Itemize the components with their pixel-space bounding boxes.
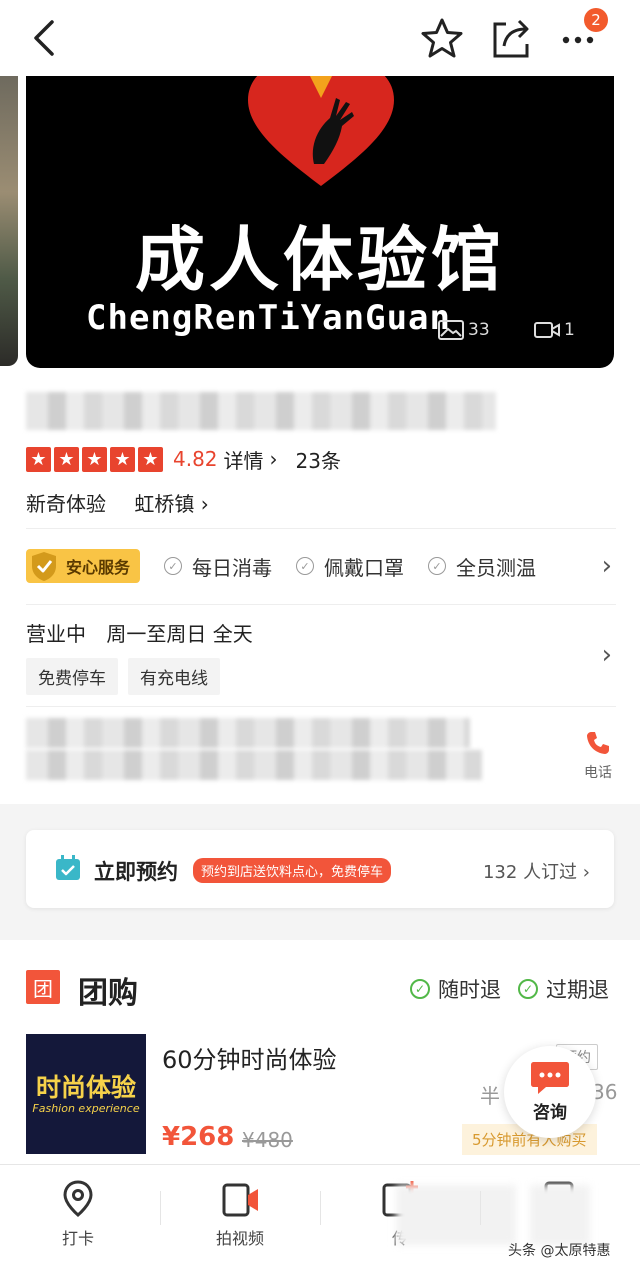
deal-price: ¥268: [162, 1122, 235, 1152]
heart-logo-icon: [248, 76, 394, 186]
star-filled-icon: ★: [138, 446, 163, 472]
phone-icon: [587, 732, 609, 754]
safety-item: ✓ 佩戴口罩: [296, 552, 404, 581]
tab-label: 打卡: [61, 1229, 94, 1248]
address-redacted: [26, 750, 482, 780]
photo-count-value: 33: [468, 320, 490, 340]
safety-item-label: 全员测温: [456, 555, 537, 580]
facility-tags: 免费停车 有充电线: [26, 658, 220, 695]
review-count[interactable]: 23条: [296, 445, 341, 474]
location-pin-icon: [63, 1180, 93, 1217]
check-circle-icon: ✓: [428, 557, 447, 575]
booking-label: 立即预约: [94, 860, 178, 884]
redacted-area: [396, 1185, 516, 1245]
chevron-right-icon: ›: [200, 492, 209, 516]
consult-label: 咨询: [533, 1103, 567, 1123]
category-row: 新奇体验 虹桥镇 ›: [26, 488, 209, 517]
chat-bubble-icon: [531, 1062, 569, 1094]
deal-sales-label: 半: [480, 1084, 500, 1108]
store-info-section: ★ ★ ★ ★ ★ 4.82 详情 › 23条 新奇体验 虹桥镇 › 安心服务 …: [0, 378, 640, 804]
back-icon[interactable]: [26, 18, 62, 58]
rating-detail-link[interactable]: 详情: [224, 445, 264, 474]
facility-tag: 免费停车: [26, 658, 118, 695]
safety-item-label: 每日消毒: [192, 555, 273, 580]
deal-name[interactable]: 60分钟时尚体验: [162, 1040, 337, 1075]
consult-button[interactable]: 咨询: [504, 1046, 596, 1138]
tab-shoot-video[interactable]: 拍视频: [180, 1179, 300, 1249]
check-circle-icon: ✓: [410, 979, 430, 999]
redacted-area: [530, 1185, 590, 1245]
deal-image-title: 时尚体验: [35, 1073, 136, 1102]
tab-label: 拍视频: [215, 1229, 264, 1248]
divider: [26, 528, 616, 529]
deal-image-subtitle: Fashion experience: [32, 1102, 140, 1115]
booking-promo-tag: 预约到店送饮料点心，免费停车: [193, 858, 392, 883]
deal-original-price: ¥480: [242, 1128, 293, 1152]
check-circle-icon: ✓: [518, 979, 538, 999]
business-days: 周一至周日 全天: [106, 622, 253, 646]
video-count-value: 1: [564, 320, 575, 340]
divider: [26, 706, 616, 707]
group-buy-icon: 团: [26, 970, 60, 1004]
phone-button[interactable]: 电话: [576, 730, 620, 782]
tab-checkin[interactable]: 打卡: [18, 1179, 138, 1249]
business-status: 营业中: [26, 622, 86, 646]
chevron-right-icon: ›: [269, 447, 278, 471]
address-redacted: [26, 718, 470, 748]
banner-image[interactable]: 成人体验馆 ChengRenTiYanGuan 33 1: [26, 76, 614, 368]
chevron-right-icon: ›: [582, 862, 590, 883]
safety-item-label: 佩戴口罩: [324, 555, 405, 580]
safety-badge: 安心服务: [26, 549, 141, 583]
divider: [160, 1191, 161, 1225]
safety-badge-label: 安心服务: [66, 558, 131, 577]
star-filled-icon: ★: [54, 446, 79, 472]
rating-stars: ★ ★ ★ ★ ★: [26, 446, 163, 472]
business-hours[interactable]: 营业中 周一至周日 全天: [26, 618, 253, 647]
refund-anytime: ✓ 随时退: [410, 974, 501, 1004]
group-buy-title: 团购: [78, 976, 138, 1011]
chevron-right-icon[interactable]: ›: [602, 640, 612, 670]
star-filled-icon: ★: [82, 446, 107, 472]
video-icon: [534, 322, 560, 338]
safety-service-row[interactable]: 安心服务 ✓ 每日消毒 ✓ 佩戴口罩 ✓ 全员测温 ›: [26, 546, 616, 586]
star-icon[interactable]: [420, 16, 464, 60]
rating-score: 4.82: [173, 447, 218, 471]
star-filled-icon: ★: [110, 446, 135, 472]
banner-section: 成人体验馆 ChengRenTiYanGuan 33 1: [0, 76, 640, 378]
store-category: 新奇体验: [26, 492, 106, 516]
facility-tag: 有充电线: [128, 658, 220, 695]
refund-expired: ✓ 过期退: [518, 974, 609, 1004]
divider: [480, 1191, 481, 1225]
safety-item: ✓ 每日消毒: [164, 552, 272, 581]
store-area-link[interactable]: 虹桥镇: [134, 492, 194, 516]
watermark: 头条 @太原特惠: [508, 1243, 611, 1259]
shield-icon: [32, 552, 56, 581]
deal-image[interactable]: 时尚体验 Fashion experience: [26, 1034, 146, 1154]
divider: [320, 1191, 321, 1225]
star-filled-icon: ★: [26, 446, 51, 472]
video-count[interactable]: 1: [534, 320, 575, 340]
chevron-right-icon: ›: [601, 551, 612, 581]
check-circle-icon: ✓: [296, 557, 315, 575]
store-name-redacted: [26, 392, 496, 430]
previous-image-thumbnail[interactable]: [0, 76, 18, 366]
banner-subtitle: ChengRenTiYanGuan: [86, 298, 451, 338]
rating-row[interactable]: ★ ★ ★ ★ ★ 4.82 详情 › 23条: [26, 444, 341, 474]
photo-count[interactable]: 33: [438, 320, 490, 340]
banner-title: 成人体验馆: [135, 219, 505, 301]
divider: [26, 604, 616, 605]
check-circle-icon: ✓: [164, 557, 183, 575]
top-nav-bar: 2: [0, 0, 640, 76]
phone-label: 电话: [584, 765, 612, 781]
video-camera-icon: [222, 1183, 258, 1217]
booking-card[interactable]: 立即预约 预约到店送饮料点心，免费停车 132 人订过 ›: [26, 830, 614, 908]
notification-badge: 2: [584, 8, 608, 32]
photo-icon: [438, 320, 464, 340]
share-icon[interactable]: [490, 16, 532, 60]
safety-item: ✓ 全员测温: [428, 552, 536, 581]
calendar-check-icon: [56, 855, 80, 880]
booking-count: 132 人订过 ›: [482, 862, 590, 883]
